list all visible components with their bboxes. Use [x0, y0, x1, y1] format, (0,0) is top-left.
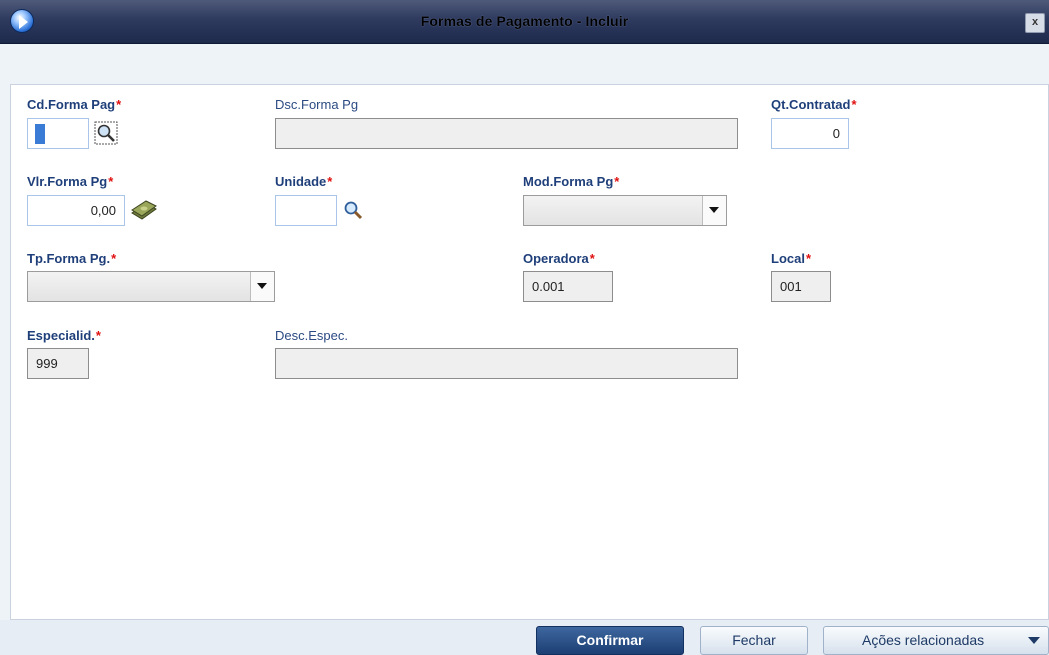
local-label: Local*: [771, 251, 811, 266]
tp-forma-pg-select[interactable]: [27, 271, 275, 302]
mod-forma-pg-label-text: Mod.Forma Pg: [523, 174, 614, 189]
required-marker: *: [851, 97, 857, 112]
text-cursor: [35, 124, 45, 144]
vlr-forma-pg-label: Vlr.Forma Pg*: [27, 174, 113, 189]
mod-forma-pg-label: Mod.Forma Pg*: [523, 174, 619, 189]
operadora-label: Operadora*: [523, 251, 595, 266]
qt-contratad-input[interactable]: 0: [771, 118, 849, 149]
chevron-down-icon: [1028, 637, 1040, 644]
tp-forma-pg-label-text: Tp.Forma Pg.: [27, 251, 111, 266]
chevron-down-icon[interactable]: [250, 272, 274, 301]
title-bar[interactable]: Formas de Pagamento - Incluir x: [0, 0, 1049, 44]
required-marker: *: [327, 174, 333, 189]
tp-forma-pg-label: Tp.Forma Pg.*: [27, 251, 116, 266]
vlr-forma-pg-input[interactable]: 0,00: [27, 195, 125, 226]
desc-espec-input: [275, 348, 738, 379]
desc-espec-label: Desc.Espec.: [275, 328, 348, 343]
unidade-label: Unidade*: [275, 174, 332, 189]
operadora-input: 0.001: [523, 271, 613, 302]
close-button[interactable]: Fechar: [700, 626, 808, 655]
required-marker: *: [111, 251, 117, 266]
required-marker: *: [95, 328, 101, 343]
especialid-label: Especialid.*: [27, 328, 101, 343]
cd-forma-pag-input[interactable]: [27, 118, 89, 149]
confirm-button[interactable]: Confirmar: [536, 626, 684, 655]
chevron-down-icon[interactable]: [702, 196, 726, 225]
search-icon[interactable]: [342, 199, 364, 221]
local-input: 001: [771, 271, 831, 302]
dialog-window: Formas de Pagamento - Incluir x Cd.Forma…: [0, 0, 1049, 655]
required-marker: *: [589, 251, 595, 266]
required-marker: *: [805, 251, 812, 266]
dsc-forma-pg-input[interactable]: [275, 118, 738, 149]
related-actions-button[interactable]: Ações relacionadas: [823, 626, 1049, 655]
qt-contratad-label: Qt.Contratad*: [771, 97, 857, 112]
money-bills-icon[interactable]: [130, 199, 158, 221]
search-icon[interactable]: [94, 121, 118, 145]
unidade-label-text: Unidade: [275, 174, 327, 189]
required-marker: *: [116, 97, 122, 112]
unidade-input[interactable]: [275, 195, 337, 226]
cd-forma-pag-label-text: Cd.Forma Pag: [27, 97, 116, 112]
related-actions-label: Ações relacionadas: [862, 632, 985, 648]
cd-forma-pag-label: Cd.Forma Pag*: [27, 97, 121, 112]
qt-contratad-label-text: Qt.Contratad: [771, 97, 851, 112]
mod-forma-pg-select[interactable]: [523, 195, 727, 226]
operadora-label-text: Operadora: [523, 251, 589, 266]
especialid-label-text: Especialid.: [27, 328, 95, 343]
window-title: Formas de Pagamento - Incluir: [420, 13, 629, 29]
required-marker: *: [614, 174, 620, 189]
dsc-forma-pg-label: Dsc.Forma Pg: [275, 97, 359, 112]
local-label-text: Local: [771, 251, 805, 266]
vlr-forma-pg-label-text: Vlr.Forma Pg: [27, 174, 108, 189]
close-window-button[interactable]: x: [1025, 13, 1045, 33]
required-marker: *: [108, 174, 114, 189]
especialid-input: 999: [27, 348, 89, 379]
